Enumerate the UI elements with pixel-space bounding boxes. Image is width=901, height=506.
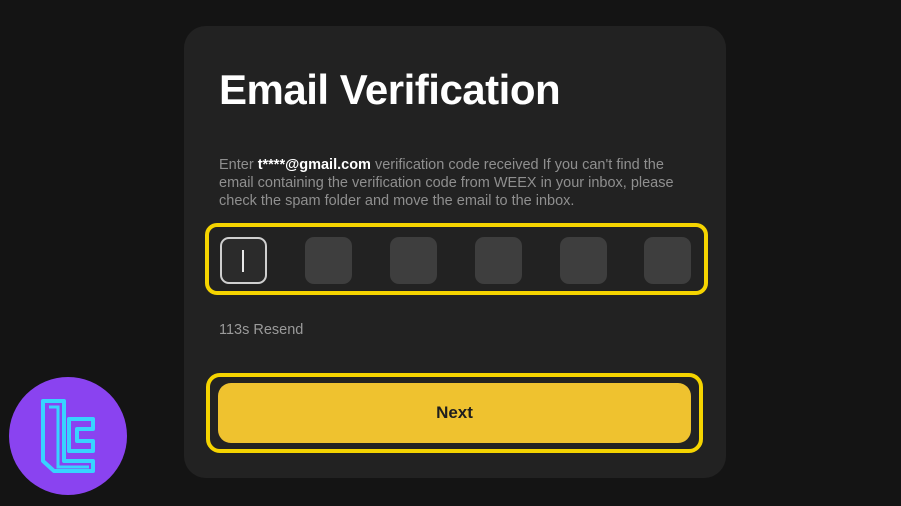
resend-link[interactable]: 113s Resend: [219, 322, 303, 338]
masked-email: t****@gmail.com: [257, 157, 371, 173]
code-digit-5[interactable]: [560, 237, 607, 284]
tc-brand-logo-icon: [41, 399, 95, 473]
text-caret: [242, 250, 244, 272]
page-title: Email Verification: [219, 66, 561, 113]
brand-logo-icon: [9, 377, 127, 495]
instruction-text: Enter t****@gmail.com verification code …: [219, 156, 699, 210]
next-button[interactable]: Next: [218, 383, 691, 443]
code-digit-3[interactable]: [390, 237, 437, 284]
instruction-prefix: Enter: [219, 157, 258, 173]
code-digit-1[interactable]: [220, 237, 267, 284]
code-input-highlight: [205, 223, 708, 295]
code-digit-2[interactable]: [305, 237, 352, 284]
code-digit-4[interactable]: [475, 237, 522, 284]
next-button-highlight: Next: [206, 373, 703, 453]
screen: Email Verification Enter t****@gmail.com…: [0, 0, 901, 506]
code-digit-6[interactable]: [644, 237, 691, 284]
verification-card: Email Verification Enter t****@gmail.com…: [184, 26, 726, 478]
